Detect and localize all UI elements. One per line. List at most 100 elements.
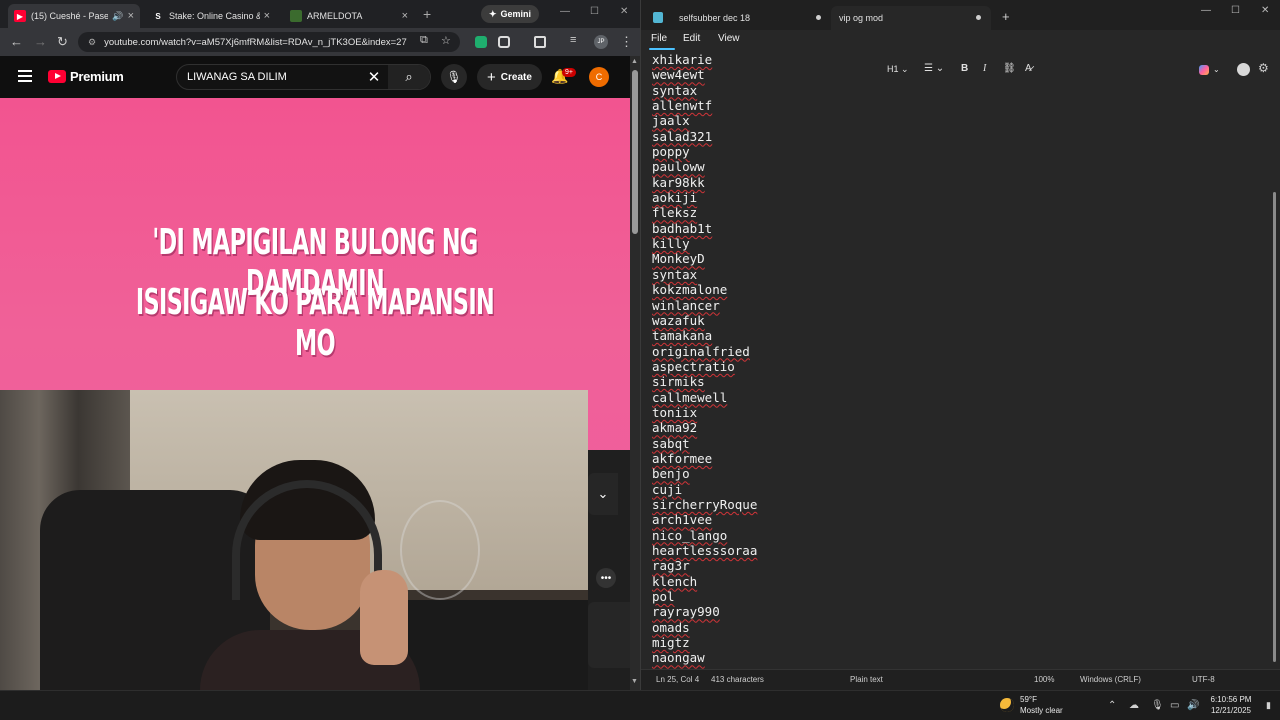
forward-icon[interactable]: → bbox=[34, 34, 47, 49]
menu-view[interactable]: View bbox=[718, 33, 740, 44]
editor-line-text: naongaw bbox=[652, 650, 705, 666]
onedrive-cloud-icon[interactable]: ☁ bbox=[1129, 700, 1139, 711]
notifications-icon[interactable]: ▮ bbox=[1266, 700, 1271, 711]
editor-line-text: callmewell bbox=[652, 389, 728, 405]
editor-line: sirmiks bbox=[652, 374, 757, 389]
weather-widget[interactable]: 59°F Mostly clear bbox=[1000, 694, 1063, 716]
notepad-tab-vip-og-mod[interactable]: vip og mod bbox=[831, 6, 991, 30]
close-tab-icon[interactable]: × bbox=[402, 10, 408, 22]
system-clock[interactable]: 6:10:56 PM 12/21/2025 bbox=[1204, 694, 1258, 716]
search-input[interactable]: LIWANAG SA DILIM bbox=[187, 71, 360, 83]
browser-toolbar: ← → ↻ ⚙ youtube.com/watch?v=aM57Xj6mfRM&… bbox=[0, 28, 640, 56]
page-scrollbar-thumb[interactable] bbox=[632, 70, 638, 234]
tray-overflow-chevron-icon[interactable]: ⌃ bbox=[1108, 700, 1116, 711]
cast-icon[interactable]: ⧉ bbox=[420, 34, 428, 47]
speaker-icon[interactable]: 🔊 bbox=[112, 11, 123, 22]
editor-line: toniix bbox=[652, 405, 757, 420]
new-tab-icon[interactable]: + bbox=[1002, 9, 1010, 24]
zoom-level[interactable]: 100% bbox=[1034, 675, 1054, 684]
new-tab-icon[interactable]: + bbox=[423, 6, 431, 22]
search-box[interactable]: LIWANAG SA DILIM ✕ ⌕ bbox=[176, 64, 431, 90]
sidebar-icon[interactable] bbox=[534, 36, 546, 48]
close-window-icon[interactable]: ✕ bbox=[620, 6, 628, 17]
editor-line-text: aspectratio bbox=[652, 358, 735, 374]
profile-avatar[interactable]: JP bbox=[594, 35, 608, 49]
menu-file[interactable]: File bbox=[651, 33, 667, 44]
minimize-icon[interactable]: — bbox=[1201, 5, 1211, 16]
taskbar: 59°F Mostly clear ⌃ ☁ 🎙 ▭ 🔊 6:10:56 PM 1… bbox=[0, 690, 1280, 720]
scroll-down-icon[interactable]: ▼ bbox=[631, 678, 638, 685]
kebab-menu-icon[interactable]: ⋮ bbox=[620, 34, 633, 50]
line-ending[interactable]: Windows (CRLF) bbox=[1080, 675, 1141, 684]
menu-edit[interactable]: Edit bbox=[683, 33, 700, 44]
character-count: 413 characters bbox=[711, 675, 764, 684]
unsaved-dot-icon[interactable] bbox=[816, 15, 821, 20]
tab-search-icon[interactable]: ≡ bbox=[570, 34, 576, 46]
editor-line: syntax bbox=[652, 83, 757, 98]
webcam-hand bbox=[360, 570, 408, 665]
more-options-icon[interactable]: ••• bbox=[596, 568, 616, 588]
editor-line-text: akma92 bbox=[652, 420, 698, 436]
playlist-card[interactable] bbox=[588, 602, 630, 668]
microphone-tray-icon[interactable]: 🎙 bbox=[1151, 700, 1164, 711]
editor-line: originalfried bbox=[652, 344, 757, 359]
close-tab-icon[interactable]: × bbox=[264, 10, 270, 22]
editor-line: heartlesssoraa bbox=[652, 543, 757, 558]
youtube-logo[interactable]: Premium bbox=[48, 69, 124, 84]
search-icon[interactable]: ⌕ bbox=[388, 65, 430, 89]
site-info-icon[interactable]: ⚙ bbox=[88, 37, 96, 48]
text-editor[interactable]: xhikarie wew4ewt syntax allenwtf jaalx salad3… bbox=[641, 52, 1271, 669]
browser-tab-stake[interactable]: S Stake: Online Casino & Sports × bbox=[146, 4, 276, 28]
editor-line-text: migtz bbox=[652, 635, 690, 651]
browser-tab-youtube[interactable]: ▶ (15) Cueshé - Pasensya 🔊 × bbox=[8, 4, 140, 28]
browser-tab-armeldota[interactable]: ARMELDOTA × bbox=[284, 4, 414, 28]
editor-line: pol bbox=[652, 589, 757, 604]
format-indicator[interactable]: Plain text bbox=[850, 675, 883, 684]
notepad-window: selfsubber dec 18 vip og mod + — ☐ ✕ Fil… bbox=[640, 0, 1280, 690]
network-icon[interactable]: ▭ bbox=[1170, 700, 1179, 711]
editor-line: aspectratio bbox=[652, 359, 757, 374]
hamburger-menu-icon[interactable] bbox=[18, 70, 32, 82]
editor-line-text: jaalx bbox=[652, 113, 690, 129]
shield-extension-icon[interactable] bbox=[475, 36, 487, 48]
editor-line: winlancer bbox=[652, 298, 757, 313]
chevron-down-icon[interactable]: ⌄ bbox=[588, 473, 618, 515]
microphone-icon[interactable]: 🎙 bbox=[441, 64, 467, 90]
unsaved-dot-icon[interactable] bbox=[976, 15, 981, 20]
account-avatar[interactable]: C bbox=[589, 67, 609, 87]
editor-line-text: syntax bbox=[652, 266, 698, 282]
editor-scrollbar-thumb[interactable] bbox=[1273, 192, 1276, 662]
create-button[interactable]: + Create bbox=[477, 64, 542, 90]
editor-line: naongaw bbox=[652, 650, 757, 665]
close-tab-icon[interactable]: × bbox=[128, 10, 134, 22]
editor-line: salad321 bbox=[652, 129, 757, 144]
reload-icon[interactable]: ↻ bbox=[57, 34, 68, 50]
clear-search-icon[interactable]: ✕ bbox=[360, 68, 388, 86]
maximize-icon[interactable]: ☐ bbox=[590, 6, 599, 17]
maximize-icon[interactable]: ☐ bbox=[1231, 5, 1240, 16]
youtube-play-icon bbox=[48, 70, 66, 83]
moon-weather-icon bbox=[1000, 698, 1014, 712]
minimize-icon[interactable]: — bbox=[560, 6, 570, 17]
editor-line: akformee bbox=[652, 451, 757, 466]
encoding[interactable]: UTF-8 bbox=[1192, 675, 1215, 684]
extensions-puzzle-icon[interactable] bbox=[498, 36, 510, 48]
editor-line-text: allenwtf bbox=[652, 98, 713, 114]
scroll-up-icon[interactable]: ▲ bbox=[631, 58, 638, 65]
webcam-fan bbox=[400, 500, 480, 600]
editor-line-text: rayray990 bbox=[652, 604, 720, 620]
plus-icon: + bbox=[487, 68, 496, 86]
editor-line: killy bbox=[652, 236, 757, 251]
notepad-tab-selfsubber[interactable]: selfsubber dec 18 bbox=[671, 6, 831, 30]
editor-line-text: wazafuk bbox=[652, 312, 705, 328]
editor-line: xhikarie bbox=[652, 52, 757, 67]
close-window-icon[interactable]: ✕ bbox=[1261, 5, 1269, 16]
browser-tabstrip: ▶ (15) Cueshé - Pasensya 🔊 × S Stake: On… bbox=[0, 0, 640, 28]
back-icon[interactable]: ← bbox=[10, 34, 23, 49]
gemini-button[interactable]: ✦ Gemini bbox=[481, 5, 540, 23]
address-bar[interactable]: ⚙ youtube.com/watch?v=aM57Xj6mfRM&list=R… bbox=[78, 32, 460, 52]
editor-line: migtz bbox=[652, 635, 757, 650]
bookmark-star-icon[interactable]: ☆ bbox=[441, 34, 451, 47]
editor-line: callmewell bbox=[652, 390, 757, 405]
volume-icon[interactable]: 🔊 bbox=[1187, 700, 1199, 711]
